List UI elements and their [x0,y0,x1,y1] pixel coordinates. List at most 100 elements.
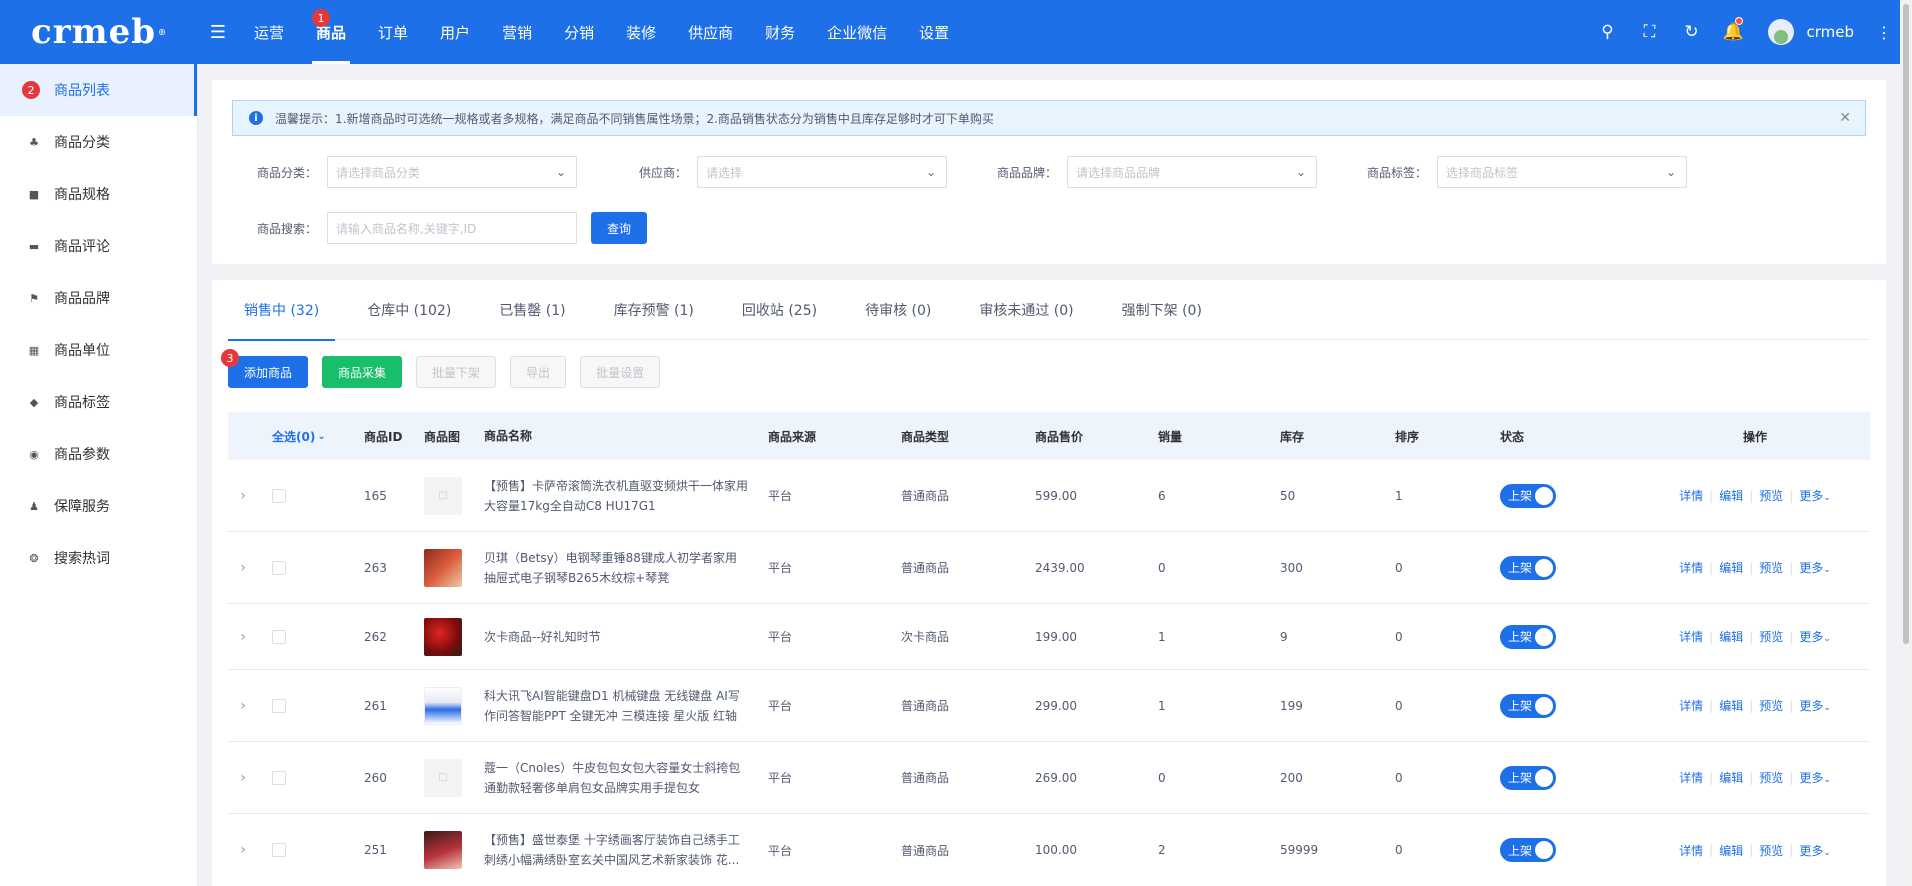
search-input[interactable]: 请输入商品名称,关键字,ID [327,212,577,244]
nav-item-decoration[interactable]: 装修 [610,0,672,64]
logo[interactable]: crmeb ® [0,0,198,64]
nav-item-wecom[interactable]: 企业微信 [811,0,903,64]
status-toggle[interactable]: 上架 [1500,838,1556,862]
edit-link[interactable]: 编辑 [1719,697,1743,714]
chevron-right-icon[interactable]: › [228,770,258,786]
status-toggle[interactable]: 上架 [1500,483,1556,508]
sidebar-item-comment[interactable]: ▬ 商品评论 [0,220,197,272]
row-checkbox[interactable] [272,843,286,857]
bell-icon[interactable]: 🔔 [1712,0,1754,64]
detail-link[interactable]: 详情 [1679,487,1703,504]
preview-link[interactable]: 预览 [1759,487,1783,504]
collect-product-button[interactable]: 商品采集 [322,356,403,388]
brand-select[interactable]: 请选择商品品牌 ⌄ [1067,156,1317,188]
add-product-button[interactable]: 3 添加商品 [221,349,309,388]
edit-link[interactable]: 编辑 [1719,628,1743,645]
product-image[interactable] [424,831,462,869]
edit-link[interactable]: 编辑 [1719,559,1743,576]
edit-link[interactable]: 编辑 [1719,769,1743,786]
category-select[interactable]: 请选择商品分类 ⌄ [327,156,577,188]
sidebar-item-unit[interactable]: ▦ 商品单位 [0,324,197,376]
sidebar-item-hotword[interactable]: ❂ 搜索热词 [0,532,197,584]
detail-link[interactable]: 详情 [1679,842,1703,859]
chevron-right-icon[interactable]: › [228,629,258,645]
product-image[interactable] [424,617,462,656]
chevron-right-icon[interactable]: › [228,560,258,576]
tab-in-warehouse[interactable]: 仓库中 (102) [351,280,467,340]
tab-recycle-bin[interactable]: 回收站 (25) [726,280,833,340]
batch-off-shelf-button[interactable]: 批量下架 [416,356,497,388]
search-icon[interactable]: ⚲ [1586,0,1628,64]
product-image[interactable]: □ [424,758,462,797]
sidebar-item-category[interactable]: ♣ 商品分类 [0,116,197,168]
detail-link[interactable]: 详情 [1679,628,1703,645]
more-dropdown[interactable]: 更多⌄ [1799,842,1831,859]
refresh-icon[interactable]: ↻ [1670,0,1712,64]
more-dropdown[interactable]: 更多⌄ [1799,769,1831,786]
tab-on-sale[interactable]: 销售中 (32) [228,280,336,341]
more-dropdown[interactable]: 更多⌄ [1799,487,1831,504]
preview-link[interactable]: 预览 [1759,842,1783,859]
nav-item-users[interactable]: 用户 [424,0,486,64]
sidebar-item-tag[interactable]: ◆ 商品标签 [0,376,197,428]
tag-select[interactable]: 选择商品标签 ⌄ [1437,156,1687,188]
status-toggle[interactable]: 上架 [1500,624,1556,649]
preview-link[interactable]: 预览 [1759,697,1783,714]
sidebar-item-service[interactable]: ♟ 保障服务 [0,480,197,532]
row-checkbox[interactable] [272,488,286,503]
tab-forced-off[interactable]: 强制下架 (0) [1106,280,1218,340]
username[interactable]: crmeb [1806,23,1854,41]
row-checkbox[interactable] [272,770,286,785]
nav-item-finance[interactable]: 财务 [749,0,811,64]
detail-link[interactable]: 详情 [1679,559,1703,576]
more-dropdown[interactable]: 更多⌄ [1799,697,1831,714]
close-icon[interactable]: ✕ [1839,110,1851,126]
nav-item-settings[interactable]: 设置 [903,0,965,64]
sidebar-item-brand[interactable]: ⚑ 商品品牌 [0,272,197,324]
nav-item-marketing[interactable]: 营销 [486,0,548,64]
row-checkbox[interactable] [272,629,286,644]
nav-item-operations[interactable]: 运营 [238,0,300,64]
scrollbar-thumb[interactable] [1903,4,1909,644]
nav-item-orders[interactable]: 订单 [362,0,424,64]
menu-collapse-icon[interactable]: ☰ [198,22,238,43]
status-toggle[interactable]: 上架 [1500,765,1556,790]
detail-link[interactable]: 详情 [1679,769,1703,786]
query-button[interactable]: 查询 [591,212,647,244]
product-image[interactable] [424,548,462,587]
sidebar-item-params[interactable]: ◉ 商品参数 [0,428,197,480]
status-toggle[interactable]: 上架 [1500,693,1556,718]
tab-review-rejected[interactable]: 审核未通过 (0) [963,280,1089,340]
detail-link[interactable]: 详情 [1679,697,1703,714]
page-scrollbar[interactable] [1900,0,1912,886]
select-all-dropdown[interactable]: 全选(0) ⌄ [258,428,364,445]
row-checkbox[interactable] [272,560,286,575]
row-checkbox[interactable] [272,698,286,713]
edit-link[interactable]: 编辑 [1719,487,1743,504]
chevron-right-icon[interactable]: › [228,842,258,858]
chevron-right-icon[interactable]: › [228,698,258,714]
status-toggle[interactable]: 上架 [1500,555,1556,580]
more-vertical-icon[interactable]: ⋮ [1876,23,1892,42]
preview-link[interactable]: 预览 [1759,628,1783,645]
nav-item-supplier[interactable]: 供应商 [672,0,749,64]
avatar[interactable] [1768,19,1795,45]
sidebar-item-product-list[interactable]: 2 商品列表 [0,64,197,116]
nav-item-products[interactable]: 1 商品 [300,0,362,64]
export-button[interactable]: 导出 [510,356,567,388]
preview-link[interactable]: 预览 [1759,559,1783,576]
chevron-right-icon[interactable]: › [228,488,258,504]
tab-sold-out[interactable]: 已售罄 (1) [483,280,581,340]
supplier-select[interactable]: 请选择 ⌄ [697,156,947,188]
more-dropdown[interactable]: 更多⌄ [1799,628,1831,645]
sidebar-item-spec[interactable]: ■ 商品规格 [0,168,197,220]
preview-link[interactable]: 预览 [1759,769,1783,786]
tab-stock-warning[interactable]: 库存预警 (1) [598,280,710,340]
product-image[interactable]: □ [424,476,462,515]
nav-item-distribution[interactable]: 分销 [548,0,610,64]
product-image[interactable] [424,686,462,725]
edit-link[interactable]: 编辑 [1719,842,1743,859]
fullscreen-icon[interactable]: ⛶ [1628,0,1670,64]
more-dropdown[interactable]: 更多⌄ [1799,559,1831,576]
tab-pending-review[interactable]: 待审核 (0) [849,280,947,340]
